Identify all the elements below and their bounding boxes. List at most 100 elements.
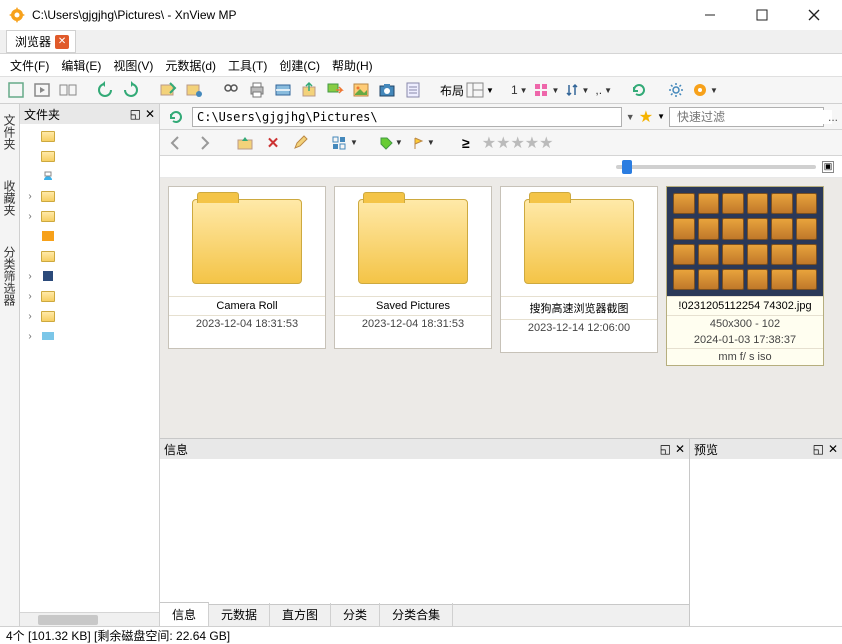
menu-tools[interactable]: 工具(T) — [222, 55, 273, 76]
up-folder-icon[interactable] — [233, 131, 257, 155]
back-icon[interactable] — [164, 131, 188, 155]
settings-icon[interactable] — [664, 78, 688, 102]
preview-panel: 预览 ◱✕ — [690, 439, 842, 626]
tree-item[interactable]: › — [22, 326, 157, 346]
sort-selector[interactable]: ▼ — [563, 83, 591, 97]
tree-item[interactable] — [22, 146, 157, 166]
flag-icon[interactable]: ▼ — [409, 136, 437, 150]
close-icon[interactable]: ✕ — [675, 442, 685, 456]
favorite-icon[interactable]: ★ — [639, 107, 653, 127]
minimize-button[interactable] — [690, 1, 730, 29]
ge-icon[interactable]: ≥ — [454, 131, 478, 155]
path-input[interactable] — [192, 107, 622, 127]
punct-selector[interactable]: ,.▼ — [593, 83, 614, 97]
rotate-left-icon[interactable] — [93, 78, 117, 102]
image-thumb — [667, 187, 823, 297]
refresh-icon[interactable] — [627, 78, 651, 102]
menu-help[interactable]: 帮助(H) — [326, 55, 379, 76]
separator — [655, 79, 660, 101]
tree-item[interactable] — [22, 246, 157, 266]
menu-metadata[interactable]: 元数据(d) — [159, 55, 222, 76]
menu-view[interactable]: 视图(V) — [107, 55, 159, 76]
tab-collection[interactable]: 分类合集 — [380, 603, 453, 626]
thumb-view-selector[interactable]: ▼ — [532, 83, 562, 97]
batch-convert-icon[interactable] — [156, 78, 180, 102]
picture-icon[interactable] — [349, 78, 373, 102]
maximize-button[interactable] — [742, 1, 782, 29]
zoom-large-icon[interactable]: ▣ — [822, 161, 834, 173]
menubar: 文件(F) 编辑(E) 视图(V) 元数据(d) 工具(T) 创建(C) 帮助(… — [0, 54, 842, 76]
tab-classify[interactable]: 分类 — [331, 603, 380, 626]
tab-meta[interactable]: 元数据 — [209, 603, 270, 626]
fullscreen-icon[interactable] — [4, 78, 28, 102]
tree-scrollbar[interactable] — [20, 612, 159, 626]
tab-info[interactable]: 信息 — [160, 602, 209, 626]
delete-icon[interactable]: ✕ — [261, 131, 285, 155]
about-icon[interactable]: ▼ — [690, 82, 720, 98]
tree-item[interactable] — [22, 226, 157, 246]
nav-toolbar: ✕ ▼ ▼ ▼ ≥ ★★★★★ — [160, 130, 842, 156]
print-icon[interactable] — [245, 78, 269, 102]
tree-item[interactable]: › — [22, 186, 157, 206]
sidetab-folders[interactable]: 文件夹 — [1, 114, 18, 150]
folder-icon — [358, 199, 468, 284]
layout-icon — [466, 82, 484, 98]
address-dropdown-icon[interactable]: ▼ — [626, 112, 635, 122]
convert-image-icon[interactable] — [323, 78, 347, 102]
address-bar: ▼ ★▼ ... — [160, 104, 842, 130]
forward-icon[interactable] — [192, 131, 216, 155]
thumb-folder[interactable]: Saved Pictures 2023-12-04 18:31:53 — [334, 186, 492, 349]
tree-body[interactable]: › › › › › › — [20, 124, 159, 612]
tab-histogram[interactable]: 直方图 — [270, 603, 331, 626]
tab-browser[interactable]: 浏览器 ✕ — [6, 30, 76, 53]
tree-item[interactable]: › — [22, 286, 157, 306]
undock-icon[interactable]: ◱ — [660, 442, 671, 456]
zoom-slider[interactable] — [616, 165, 816, 169]
tree-item[interactable] — [22, 166, 157, 186]
filter-box[interactable] — [669, 107, 824, 127]
scan-icon[interactable] — [271, 78, 295, 102]
undock-icon[interactable]: ◱ — [813, 442, 824, 456]
close-icon[interactable]: ✕ — [55, 35, 69, 49]
thumb-image[interactable]: !0231205112254 74302.jpg 450x300 - 102 2… — [666, 186, 824, 366]
refresh-icon[interactable] — [164, 105, 188, 129]
thumb-folder[interactable]: Camera Roll 2023-12-04 18:31:53 — [168, 186, 326, 349]
tree-item[interactable]: › — [22, 266, 157, 286]
tree-item[interactable] — [22, 126, 157, 146]
batch-rename-icon[interactable] — [182, 78, 206, 102]
folder-icon — [192, 199, 302, 284]
rating-stars[interactable]: ★★★★★ — [482, 133, 554, 153]
num-selector[interactable]: 1▼ — [509, 83, 530, 97]
filter-input[interactable] — [677, 110, 832, 124]
tree-item[interactable]: › — [22, 306, 157, 326]
capture-icon[interactable] — [375, 78, 399, 102]
folder-icon — [524, 199, 634, 284]
slideshow-icon[interactable] — [30, 78, 54, 102]
select-icon[interactable]: ▼ — [330, 136, 360, 150]
menu-create[interactable]: 创建(C) — [273, 55, 326, 76]
close-icon[interactable]: ✕ — [145, 107, 155, 121]
titlebar: C:\Users\gjgjhg\Pictures\ - XnView MP — [0, 0, 842, 30]
undock-icon[interactable]: ◱ — [130, 107, 141, 121]
search-icon[interactable] — [219, 78, 243, 102]
compare-icon[interactable] — [56, 78, 80, 102]
close-icon[interactable]: ✕ — [828, 442, 838, 456]
layout-selector[interactable]: 布局 ▼ — [438, 82, 496, 99]
rename-icon[interactable] — [289, 131, 313, 155]
tree-item[interactable]: › — [22, 206, 157, 226]
tag-icon[interactable]: ▼ — [377, 136, 405, 150]
rotate-right-icon[interactable] — [119, 78, 143, 102]
metadata-icon[interactable] — [401, 78, 425, 102]
close-button[interactable] — [794, 1, 834, 29]
thumbnail-grid[interactable]: Camera Roll 2023-12-04 18:31:53 Saved Pi… — [160, 178, 842, 438]
thumb-folder[interactable]: 搜狗高速浏览器截图 2023-12-14 12:06:00 — [500, 186, 658, 353]
menu-edit[interactable]: 编辑(E) — [55, 55, 107, 76]
menu-file[interactable]: 文件(F) — [4, 55, 55, 76]
more-icon[interactable]: ... — [828, 110, 838, 124]
export-icon[interactable] — [297, 78, 321, 102]
info-title: 信息 — [164, 441, 188, 458]
sidetab-favorites[interactable]: 收藏夹 — [1, 180, 18, 216]
info-panel: 信息 ◱ ✕ 信息 元数据 直方图 分类 分类合集 — [160, 439, 690, 626]
sidetab-classify[interactable]: 分类筛选器 — [1, 246, 18, 306]
info-tabs: 信息 元数据 直方图 分类 分类合集 — [160, 604, 689, 626]
